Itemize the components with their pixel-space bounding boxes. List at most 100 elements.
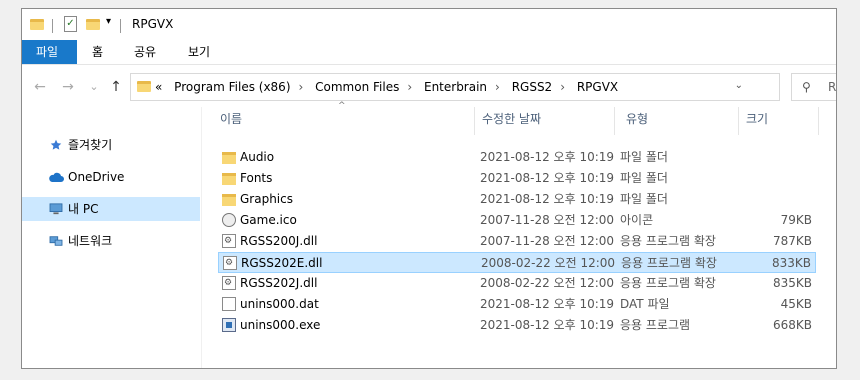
tab-view[interactable]: 보기 [174,40,224,64]
title-bar: ✓ ▾ RPGVX [22,9,836,39]
file-size: 79KB [780,213,812,227]
dat-file-icon [222,297,236,311]
exe-file-icon [222,318,236,332]
tab-home[interactable]: 홈 [78,40,117,64]
table-row[interactable]: Audio 2021-08-12 오후 10:19 파일 폴더 [218,147,816,168]
file-name: unins000.dat [240,297,319,311]
address-dropdown-icon[interactable]: ⌄ [735,80,743,91]
tab-share[interactable]: 공유 [120,40,170,64]
file-type: 아이콘 [620,213,654,227]
sidebar-item-label: 내 PC [68,202,99,216]
address-bar[interactable]: « Program Files (x86) › Common Files › Ent… [130,73,780,101]
navigation-bar: ← → ⌄ ↑ « Program Files (x86) › Common Fi… [22,71,836,103]
window-title: RPGVX [132,17,174,31]
search-icon: ⚲ [802,80,811,94]
file-size: 835KB [772,276,812,290]
breadcrumb-item[interactable]: RGSS2 [512,80,553,94]
chevron-right-icon[interactable]: › [560,80,565,94]
table-row[interactable]: Game.ico 2007-11-28 오전 12:00 아이콘 79KB [218,210,816,231]
computer-icon [49,203,63,215]
table-row[interactable]: RGSS202J.dll 2008-02-22 오전 12:00 응용 프로그램 확… [218,273,816,294]
tab-file[interactable]: 파일 [22,40,77,64]
folder-icon [222,152,236,164]
file-type: 응용 프로그램 확장 [620,276,716,290]
new-folder-icon[interactable] [86,17,100,31]
file-date: 2021-08-12 오후 10:19 [480,150,615,164]
column-header-date[interactable]: 수정한 날짜 [482,107,541,131]
sidebar-item-this-pc[interactable]: 내 PC [22,197,200,221]
toolbar-divider [120,19,121,33]
column-divider[interactable] [818,107,819,135]
table-row[interactable]: unins000.exe 2021-08-12 오후 10:19 응용 프로그램 66… [218,315,816,336]
folder-icon [222,173,236,185]
file-name: RGSS202J.dll [240,276,318,290]
file-list: ^ 이름 수정한 날짜 유형 크기 Audio 2021-08-12 오후 10:… [202,101,836,368]
file-name: Fonts [240,171,273,185]
file-date: 2021-08-12 오후 10:19 [480,318,615,332]
column-divider[interactable] [474,107,475,135]
sidebar-item-label: 네트워크 [68,234,113,248]
file-type: 응용 프로그램 확장 [620,234,716,248]
table-row[interactable]: Graphics 2021-08-12 오후 10:19 파일 폴더 [218,189,816,210]
file-size: 668KB [772,318,812,332]
sidebar-item-favorites[interactable]: 즐겨찾기 [22,133,200,157]
folder-icon [222,194,236,206]
sidebar-item-label: 즐겨찾기 [68,138,113,152]
sidebar-item-network[interactable]: 네트워크 [22,229,200,253]
table-row[interactable]: Fonts 2021-08-12 오후 10:19 파일 폴더 [218,168,816,189]
star-icon [50,139,62,150]
breadcrumb-overflow[interactable]: « [155,80,162,94]
column-divider[interactable] [614,107,615,135]
file-type: DAT 파일 [620,297,670,311]
breadcrumb-item[interactable]: Enterbrain [424,80,487,94]
file-date: 2008-02-22 오전 12:00 [481,256,616,270]
file-date: 2008-02-22 오전 12:00 [480,276,615,290]
file-date: 2021-08-12 오후 10:19 [480,192,615,206]
table-row[interactable]: unins000.dat 2021-08-12 오후 10:19 DAT 파일 45K… [218,294,816,315]
recent-locations-dropdown[interactable]: ⌄ [84,77,104,97]
search-placeholder: R [828,80,837,94]
file-type: 파일 폴더 [620,171,668,185]
column-header-size[interactable]: 크기 [746,107,768,131]
up-arrow-icon[interactable]: ↑ [106,77,126,97]
sort-ascending-icon: ^ [338,101,346,111]
file-size: 787KB [772,234,812,248]
column-header-type[interactable]: 유형 [626,107,648,131]
toolbar-divider [52,19,53,33]
file-type: 응용 프로그램 [620,318,691,332]
search-box[interactable]: ⚲ R [791,73,837,101]
network-icon [49,236,63,246]
file-type: 파일 폴더 [620,192,668,206]
table-row[interactable]: RGSS200J.dll 2007-11-28 오전 12:00 응용 프로그램 확… [218,231,816,252]
cloud-icon [49,172,64,182]
customize-toolbar-dropdown[interactable]: ▾ [106,16,111,27]
sidebar-item-label: OneDrive [68,170,125,184]
file-size: 833KB [771,256,811,270]
file-date: 2007-11-28 오전 12:00 [480,234,615,248]
file-size: 45KB [780,297,812,311]
breadcrumb: « Program Files (x86) › Common Files › Ent… [155,80,626,94]
file-name: RGSS200J.dll [240,234,318,248]
dll-file-icon [222,273,236,294]
column-divider[interactable] [738,107,739,135]
chevron-right-icon[interactable]: › [495,80,500,94]
file-name: RGSS202E.dll [241,256,323,270]
file-date: 2021-08-12 오후 10:19 [480,171,615,185]
breadcrumb-item[interactable]: Program Files (x86) [174,80,290,94]
file-date: 2021-08-12 오후 10:19 [480,297,615,311]
back-arrow-icon[interactable]: ← [30,77,50,97]
column-header-name[interactable]: 이름 [220,107,242,131]
chevron-right-icon[interactable]: › [299,80,304,94]
sidebar-item-onedrive[interactable]: OneDrive [22,165,200,189]
properties-check-icon[interactable]: ✓ [64,16,77,32]
file-name: unins000.exe [240,318,321,332]
file-date: 2007-11-28 오전 12:00 [480,213,615,227]
file-type: 파일 폴더 [620,150,668,164]
breadcrumb-item[interactable]: RPGVX [577,80,618,94]
ribbon-tabs: 파일 홈 공유 보기 [22,40,836,65]
forward-arrow-icon[interactable]: → [58,77,78,97]
breadcrumb-item[interactable]: Common Files [315,80,399,94]
table-row[interactable]: RGSS202E.dll 2008-02-22 오전 12:00 응용 프로그램 확… [218,252,816,274]
chevron-right-icon[interactable]: › [407,80,412,94]
ico-file-icon [222,213,236,227]
